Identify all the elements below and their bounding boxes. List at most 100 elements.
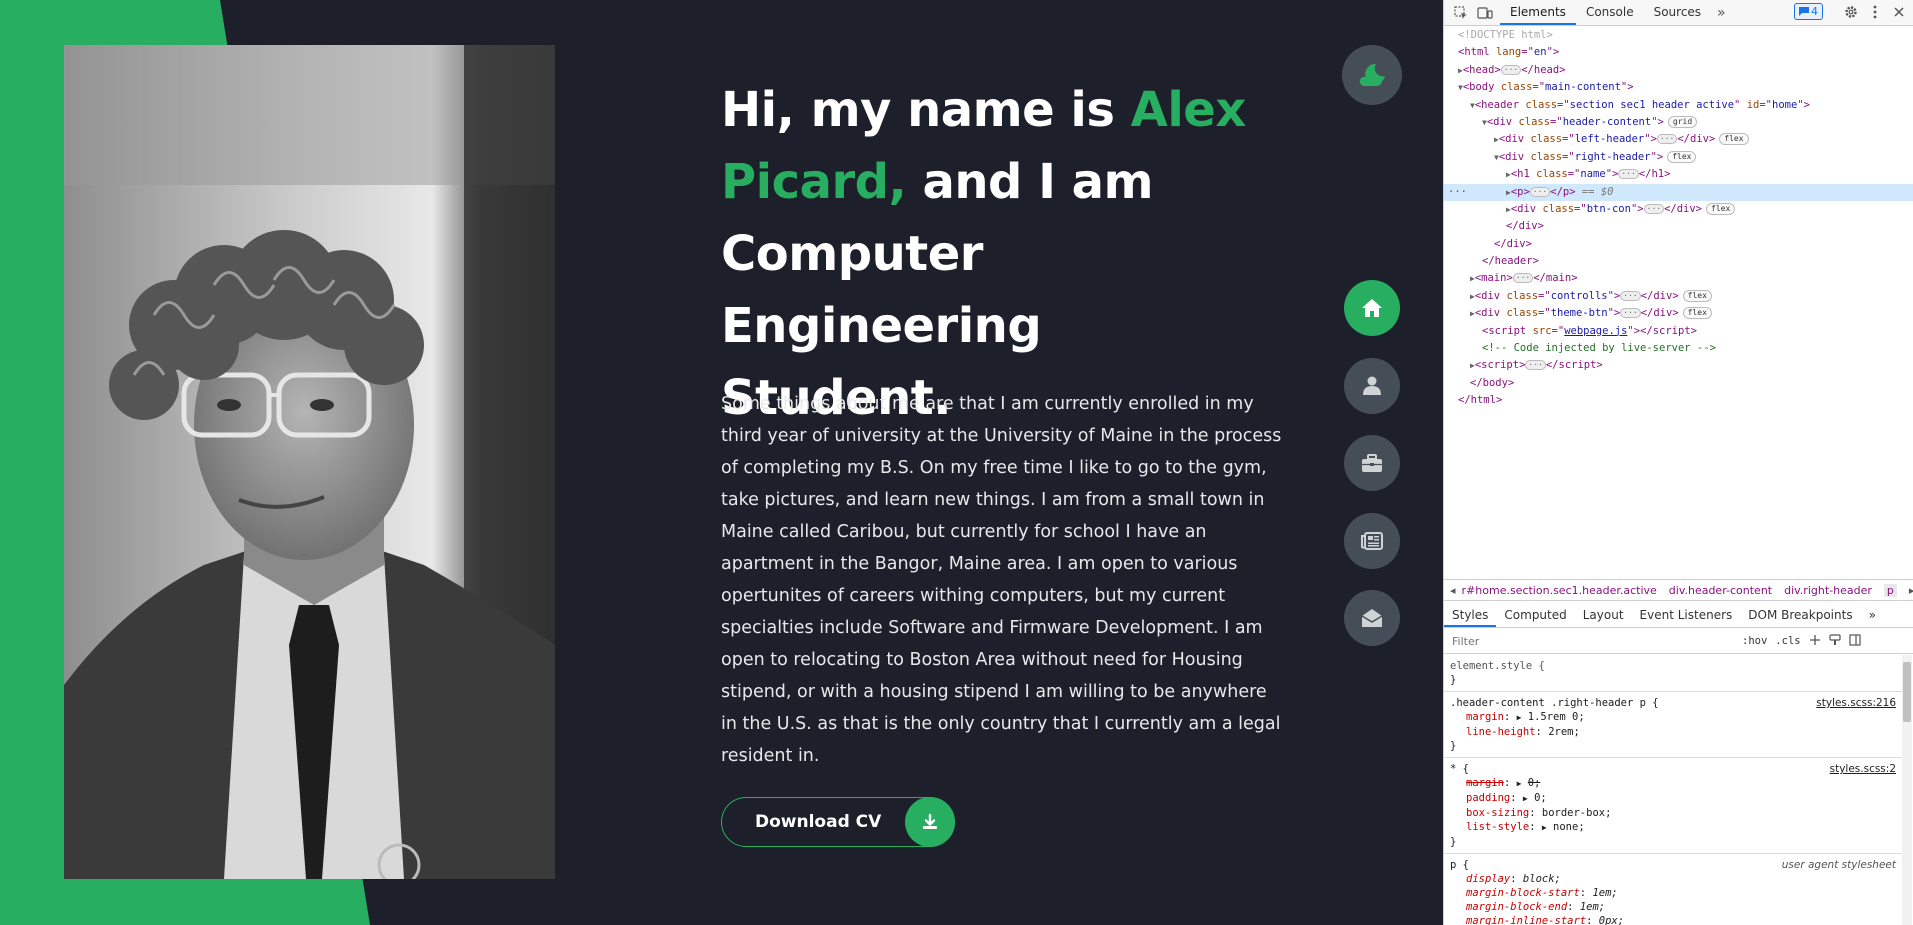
devtools-toolbar: Elements Console Sources » 4 <box>1444 0 1913 26</box>
dom-header-content[interactable]: ▼<div class="header-content"> grid <box>1444 114 1913 131</box>
script-src-link[interactable]: webpage.js <box>1564 325 1627 337</box>
control-blogs[interactable] <box>1344 512 1400 569</box>
scrollbar-thumb[interactable] <box>1903 662 1911 722</box>
element-style-rule[interactable]: element.style { } <box>1444 655 1902 692</box>
rule2-source-link[interactable]: styles.scss:2 <box>1830 762 1896 776</box>
grid-badge[interactable]: grid <box>1667 115 1698 128</box>
user-agent-stylesheet-label: user agent stylesheet <box>1781 859 1896 871</box>
kebab-menu-icon[interactable] <box>1867 4 1883 20</box>
dom-controlls[interactable]: ▶<div class="controlls"> ··· </div> flex <box>1444 288 1913 305</box>
subtab-computed[interactable]: Computed <box>1496 603 1574 627</box>
subtab-layout[interactable]: Layout <box>1575 603 1632 627</box>
dom-theme-btn[interactable]: ▶<div class="theme-btn"> ··· </div> flex <box>1444 305 1913 322</box>
download-icon <box>905 797 955 847</box>
dom-script[interactable]: ▶<script> ··· </script> <box>1444 357 1913 374</box>
subtab-dom-breakpoints[interactable]: DOM Breakpoints <box>1740 603 1860 627</box>
control-portfolio[interactable] <box>1344 435 1400 491</box>
css-rule-universal[interactable]: * { styles.scss:2 margin: ▶ 0; padding: … <box>1444 758 1902 854</box>
dom-head[interactable]: ▶<head> ··· </head> <box>1444 62 1913 79</box>
prop-name: box-sizing <box>1466 807 1530 819</box>
decl-padding[interactable]: padding: ▶ 0; <box>1450 791 1896 806</box>
flex-badge[interactable]: flex <box>1719 133 1749 146</box>
control-home[interactable] <box>1344 280 1400 336</box>
head-tag: head <box>1469 63 1495 76</box>
control-about[interactable] <box>1344 357 1400 414</box>
dom-right-header[interactable]: ▼<div class="right-header"> flex <box>1444 149 1913 166</box>
tab-sources[interactable]: Sources <box>1644 0 1711 25</box>
paint-brush-icon[interactable] <box>1828 633 1841 649</box>
dom-script-src[interactable]: <script src="webpage.js"></script> <box>1444 323 1913 340</box>
dom-doctype[interactable]: <!DOCTYPE html> <box>1444 27 1913 44</box>
control-contact[interactable] <box>1344 590 1400 646</box>
dom-p-selected[interactable]: ··· ▶<p> ··· </p> == $0 <box>1444 183 1913 201</box>
issues-badge[interactable]: 4 <box>1794 3 1823 20</box>
prop-name: margin-block-end <box>1466 901 1568 913</box>
decl-margin-block-start[interactable]: margin-block-start: 1em; <box>1450 886 1896 900</box>
decl-margin[interactable]: margin: ▶ 1.5rem 0; <box>1450 710 1896 725</box>
styles-filter-input[interactable] <box>1450 633 1734 649</box>
rule-close: } <box>1450 674 1457 686</box>
decl-list-style[interactable]: list-style: ▶ none; <box>1450 820 1896 835</box>
header-class: section sec1 header active <box>1569 98 1735 111</box>
body-class: main-content <box>1545 81 1621 94</box>
decl-margin-block-end[interactable]: margin-block-end: 1em; <box>1450 900 1896 914</box>
dom-main[interactable]: ▶<main> ··· </main> <box>1444 270 1913 287</box>
more-tabs-button[interactable]: » <box>1711 5 1732 21</box>
tab-console[interactable]: Console <box>1576 0 1644 25</box>
decl-box-sizing[interactable]: box-sizing: border-box; <box>1450 806 1896 820</box>
flex-badge[interactable]: flex <box>1682 289 1712 302</box>
flex-badge[interactable]: flex <box>1682 307 1712 320</box>
html-close-tag: html <box>1470 394 1496 407</box>
flex-badge[interactable]: flex <box>1706 202 1736 215</box>
hov-toggle[interactable]: :hov <box>1742 635 1767 647</box>
breadcrumb-p[interactable]: p <box>1883 583 1897 597</box>
decl-margin-inline-start[interactable]: margin-inline-start: 0px; <box>1450 914 1896 925</box>
breadcrumb-scroll-right-icon[interactable]: ▸ <box>1909 584 1913 597</box>
dom-left-header[interactable]: ▶<div class="left-header"> ··· </div> flex <box>1444 131 1913 148</box>
css-rule-right-header-p[interactable]: .header-content .right-header p { styles… <box>1444 692 1902 758</box>
main-tag: main <box>1481 272 1507 285</box>
flex-badge[interactable]: flex <box>1667 150 1697 163</box>
prop-name: padding <box>1466 792 1511 804</box>
dom-body[interactable]: ▼<body class="main-content"> <box>1444 79 1913 96</box>
toggle-sidebar-icon[interactable] <box>1848 633 1861 649</box>
subtab-event-listeners[interactable]: Event Listeners <box>1632 603 1741 627</box>
rule1-source-link[interactable]: styles.scss:216 <box>1816 696 1896 710</box>
css-rule-user-agent-p[interactable]: p { user agent stylesheet display: block… <box>1444 854 1902 925</box>
device-toolbar-icon[interactable] <box>1476 4 1494 22</box>
dom-comment[interactable]: <!-- Code injected by live-server --> <box>1444 340 1913 357</box>
breadcrumb-header[interactable]: r#home.section.sec1.header.active <box>1462 584 1657 597</box>
decl-display[interactable]: display: block; <box>1450 872 1896 886</box>
dom-right-header-close[interactable]: </div> <box>1444 218 1913 235</box>
hero-headline: Hi, my name is Alex Picard, and I am Com… <box>721 74 1281 434</box>
prop-name: margin-block-start <box>1466 887 1580 899</box>
cls-toggle[interactable]: .cls <box>1775 635 1800 647</box>
subtab-styles[interactable]: Styles <box>1444 603 1497 627</box>
dom-header-content-close[interactable]: </div> <box>1444 236 1913 253</box>
dom-body-close[interactable]: </body> <box>1444 375 1913 392</box>
dom-html-close[interactable]: </html> <box>1444 392 1913 409</box>
message-icon <box>1799 7 1809 16</box>
decl-line-height[interactable]: line-height: 2rem; <box>1450 725 1896 739</box>
theme-toggle-button[interactable] <box>1342 45 1402 105</box>
breadcrumb-right-header[interactable]: div.right-header <box>1784 584 1872 597</box>
download-cv-button[interactable]: Download CV <box>721 797 955 847</box>
dom-btn-con[interactable]: ▶<div class="btn-con"> ··· </div> flex <box>1444 201 1913 218</box>
dom-header-close[interactable]: </header> <box>1444 253 1913 270</box>
close-devtools-icon[interactable] <box>1891 4 1907 20</box>
styles-scrollbar[interactable] <box>1902 655 1912 925</box>
decl-margin-overridden[interactable]: margin: ▶ 0; <box>1450 776 1896 791</box>
dom-h1[interactable]: ▶<h1 class="name"> ··· </h1> <box>1444 166 1913 183</box>
breadcrumb-scroll-left-icon[interactable]: ◂ <box>1450 584 1456 597</box>
dom-header[interactable]: ▼<header class="section sec1 header acti… <box>1444 97 1913 114</box>
profile-photo <box>64 45 555 879</box>
dom-html-open[interactable]: <html lang="en"> <box>1444 44 1913 61</box>
section-controls <box>1344 280 1400 668</box>
inspect-element-icon[interactable] <box>1452 4 1470 22</box>
settings-gear-icon[interactable] <box>1843 4 1859 20</box>
new-style-rule-icon[interactable] <box>1809 634 1821 649</box>
tab-elements[interactable]: Elements <box>1500 0 1576 25</box>
more-subtabs-button[interactable]: » <box>1861 603 1884 627</box>
breadcrumb-header-content[interactable]: div.header-content <box>1669 584 1772 597</box>
prop-value: 1em; <box>1579 901 1606 913</box>
